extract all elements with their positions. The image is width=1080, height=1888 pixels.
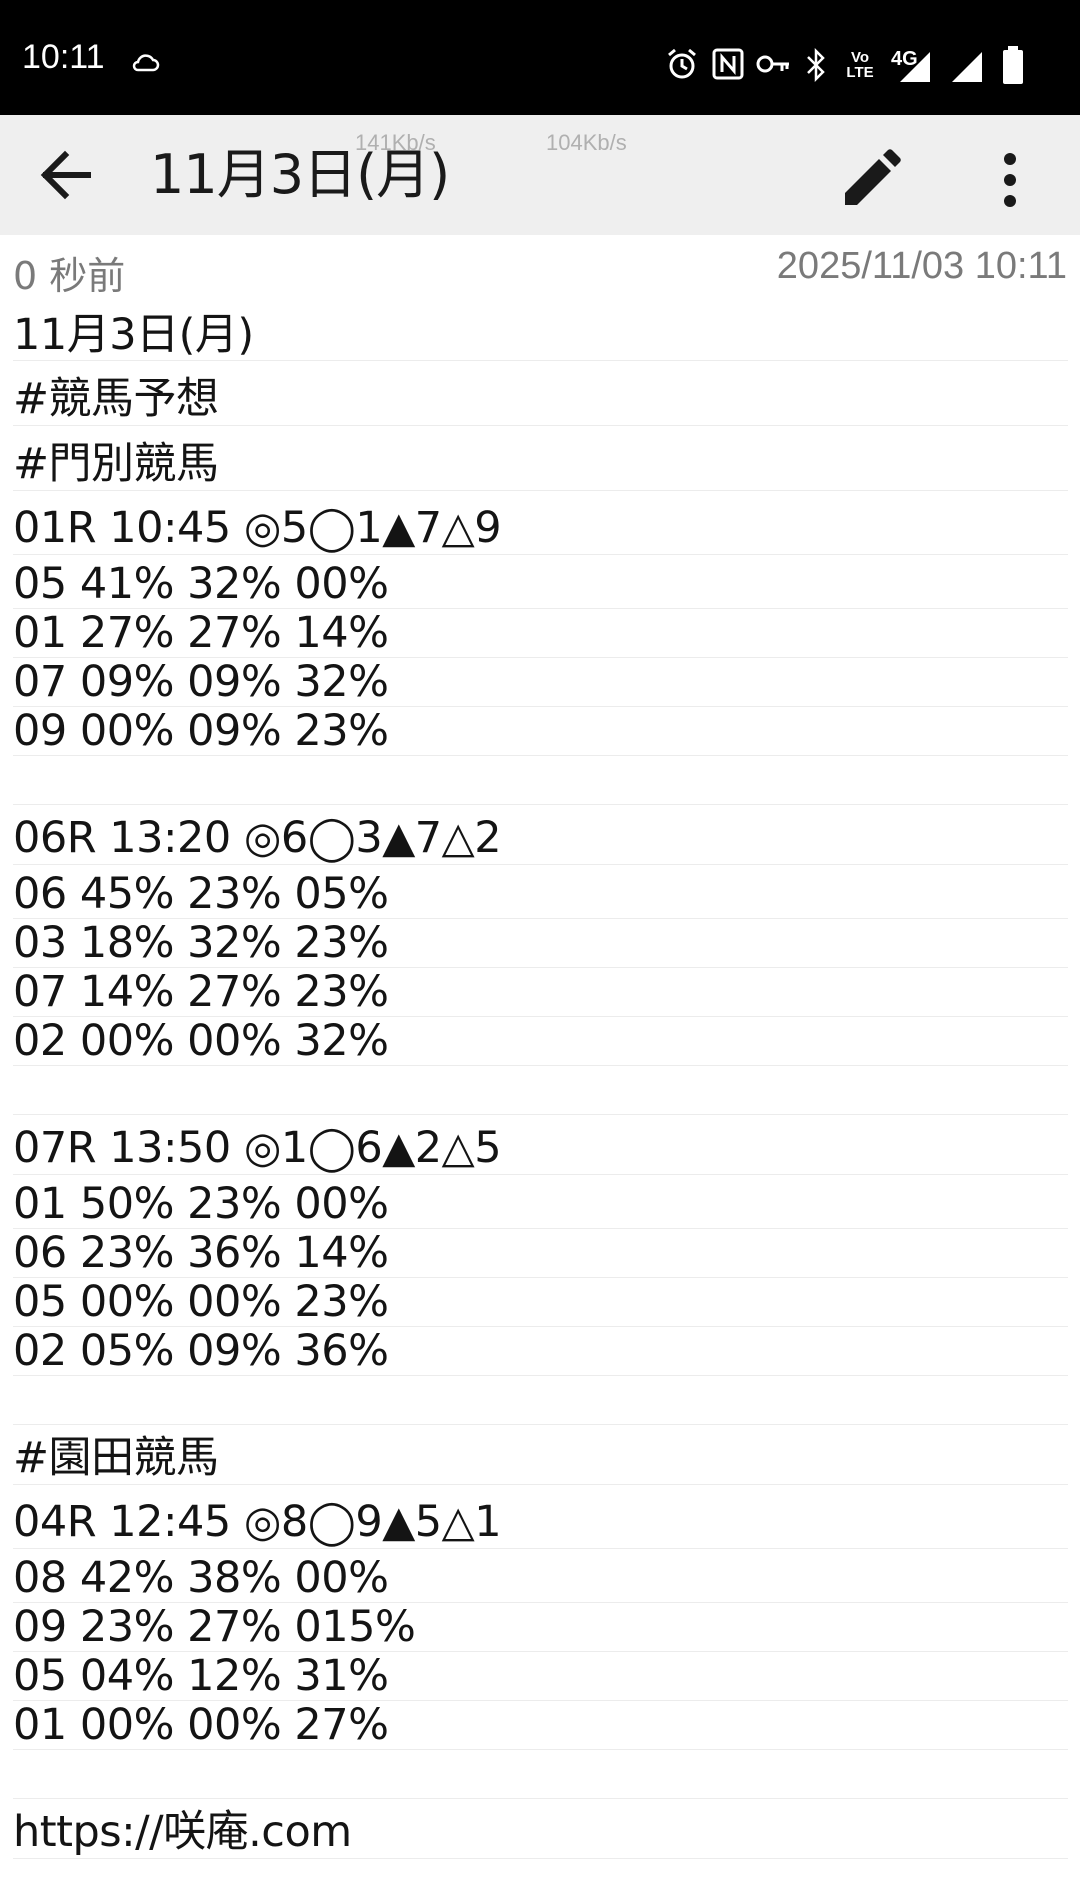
note-line: 02 05% 09% 36% — [13, 1327, 1068, 1376]
note-line: 06 45% 23% 05% — [13, 870, 1068, 919]
note-line: #門別競馬 — [13, 438, 1068, 491]
note-line: 02 00% 00% 32% — [13, 1017, 1068, 1066]
note-line: 05 41% 32% 00% — [13, 560, 1068, 609]
note-line: 07 14% 27% 23% — [13, 968, 1068, 1017]
note-line: #園田競馬 — [13, 1432, 1068, 1485]
note-line: 09 23% 27% 015% — [13, 1603, 1068, 1652]
note-blank-line — [13, 1376, 1068, 1425]
note-line: 05 00% 00% 23% — [13, 1278, 1068, 1327]
note-line: #競馬予想 — [13, 373, 1068, 426]
note-line: 09 00% 09% 23% — [13, 707, 1068, 756]
note-blank-line — [13, 756, 1068, 805]
note-line: 01 50% 23% 00% — [13, 1180, 1068, 1229]
note-line: 05 04% 12% 31% — [13, 1652, 1068, 1701]
note-line: 11月3日(月) — [13, 310, 1068, 361]
note-line: 06 23% 36% 14% — [13, 1229, 1068, 1278]
note-line: 08 42% 38% 00% — [13, 1554, 1068, 1603]
note-line: 06R 13:20 ◎6◯3▲7△2 — [13, 812, 1068, 865]
note-line: 04R 12:45 ◎8◯9▲5△1 — [13, 1496, 1068, 1549]
note-line: 01R 10:45 ◎5◯1▲7△9 — [13, 502, 1068, 555]
note-line: 07R 13:50 ◎1◯6▲2△5 — [13, 1122, 1068, 1175]
note-line: 07 09% 09% 32% — [13, 658, 1068, 707]
note-body[interactable]: 11月3日(月) #競馬予想 #門別競馬 01R 10:45 ◎5◯1▲7△9 05 4… — [0, 0, 1080, 1888]
note-blank-line — [13, 1750, 1068, 1799]
note-line: 03 18% 32% 23% — [13, 919, 1068, 968]
note-line: https://咲庵.com — [13, 1806, 1068, 1859]
note-line: 01 00% 00% 27% — [13, 1701, 1068, 1750]
note-blank-line — [13, 1066, 1068, 1115]
note-line: 01 27% 27% 14% — [13, 609, 1068, 658]
